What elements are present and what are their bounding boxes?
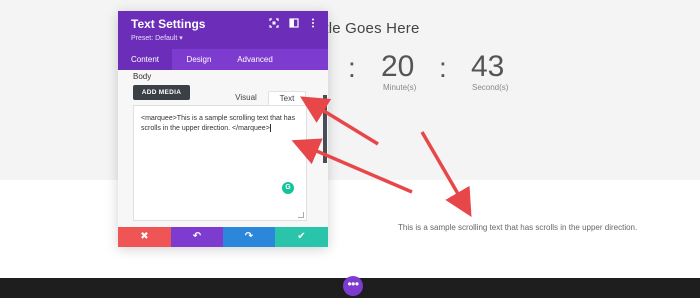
grammarly-icon[interactable]: G	[282, 182, 294, 194]
tab-content[interactable]: Content	[118, 49, 172, 70]
body-text-editor[interactable]: <marquee>This is a sample scrolling text…	[133, 105, 307, 221]
split-view-icon[interactable]	[288, 18, 300, 30]
save-button[interactable]: ✔	[275, 227, 328, 247]
editor-tab-visual[interactable]: Visual	[228, 91, 264, 105]
text-caret	[269, 124, 271, 133]
fullscreen-icon[interactable]	[268, 18, 280, 30]
page-title: Title Goes Here	[312, 20, 420, 37]
cancel-button[interactable]: ✖	[118, 227, 171, 247]
section-options-button[interactable]: •••	[343, 276, 363, 296]
editor-tab-text[interactable]: Text	[268, 91, 306, 105]
resize-handle[interactable]	[298, 212, 304, 218]
scrolling-text: This is a sample scrolling text that has…	[398, 223, 638, 232]
countdown-minutes-value: 20	[381, 50, 415, 83]
countdown-minutes-label: Minute(s)	[383, 83, 417, 92]
modal-header[interactable]: Text Settings Preset: Default ▾	[118, 11, 328, 49]
modal-footer: ✖ ↶ ↷ ✔	[118, 227, 328, 247]
redo-button[interactable]: ↷	[223, 227, 275, 247]
preset-selector[interactable]: Preset: Default ▾	[131, 34, 183, 42]
tab-design[interactable]: Design	[176, 49, 222, 70]
add-media-button[interactable]: ADD MEDIA	[133, 85, 190, 100]
undo-button[interactable]: ↶	[171, 227, 223, 247]
modal-scrollbar[interactable]	[323, 95, 327, 163]
body-section-label: Body	[133, 72, 152, 81]
text-settings-modal: Text Settings Preset: Default ▾ Content …	[118, 11, 328, 247]
modal-title: Text Settings	[131, 17, 206, 31]
settings-tabs: Content Design Advanced	[118, 49, 328, 70]
modal-body: Body ADD MEDIA Visual Text <marquee>This…	[118, 70, 328, 227]
editor-content[interactable]: <marquee>This is a sample scrolling text…	[141, 114, 301, 134]
tab-advanced[interactable]: Advanced	[228, 49, 282, 70]
editor-text: <marquee>This is a sample scrolling text…	[141, 115, 296, 132]
countdown-separator: :	[439, 52, 447, 83]
countdown-seconds-value: 43	[471, 50, 505, 83]
countdown-separator: :	[348, 52, 356, 83]
countdown-seconds-label: Second(s)	[472, 83, 509, 92]
more-options-icon[interactable]	[307, 18, 319, 30]
